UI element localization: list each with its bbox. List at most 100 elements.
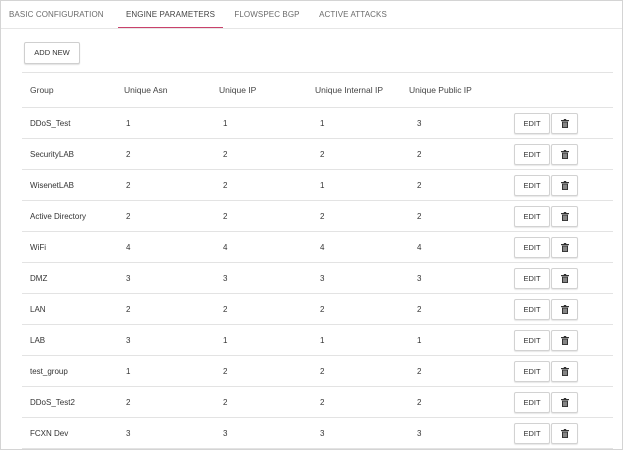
cell-group: DDoS_Test2 bbox=[30, 397, 75, 407]
cell-group: SecurityLAB bbox=[30, 149, 75, 159]
trash-icon bbox=[560, 243, 569, 252]
cell-unique-internal-ip: 3 bbox=[320, 273, 325, 283]
table-row: test_group 1 2 2 2 EDIT bbox=[22, 356, 613, 387]
trash-icon bbox=[560, 150, 569, 159]
trash-icon bbox=[560, 367, 569, 376]
table-row: DMZ 3 3 3 3 EDIT bbox=[22, 263, 613, 294]
delete-button[interactable] bbox=[551, 113, 578, 134]
table-row: WiFi 4 4 4 4 EDIT bbox=[22, 232, 613, 263]
cell-unique-internal-ip: 4 bbox=[320, 242, 325, 252]
panel-frame: BASIC CONFIGURATION ENGINE PARAMETERS FL… bbox=[0, 0, 623, 450]
edit-button[interactable]: EDIT bbox=[514, 299, 550, 320]
cell-unique-ip: 2 bbox=[223, 180, 228, 190]
trash-icon bbox=[560, 305, 569, 314]
cell-unique-public-ip: 2 bbox=[417, 366, 422, 376]
table-row: DDoS_Test2 2 2 2 2 EDIT bbox=[22, 387, 613, 418]
cell-unique-public-ip: 2 bbox=[417, 211, 422, 221]
cell-group: Active Directory bbox=[30, 211, 87, 221]
trash-icon bbox=[560, 429, 569, 438]
trash-icon bbox=[560, 119, 569, 128]
cell-unique-asn: 3 bbox=[126, 273, 131, 283]
delete-button[interactable] bbox=[551, 361, 578, 382]
cell-unique-ip: 2 bbox=[223, 304, 228, 314]
cell-unique-ip: 2 bbox=[223, 397, 228, 407]
cell-unique-internal-ip: 2 bbox=[320, 397, 325, 407]
tab-flowspec-bgp[interactable]: FLOWSPEC BGP bbox=[233, 1, 301, 28]
cell-unique-asn: 4 bbox=[126, 242, 131, 252]
cell-unique-internal-ip: 1 bbox=[320, 335, 325, 345]
cell-group: test_group bbox=[30, 366, 68, 376]
cell-unique-asn: 2 bbox=[126, 211, 131, 221]
trash-icon bbox=[560, 336, 569, 345]
add-new-button[interactable]: ADD NEW bbox=[24, 42, 80, 64]
cell-unique-asn: 1 bbox=[126, 118, 131, 128]
cell-unique-asn: 2 bbox=[126, 180, 131, 190]
groups-table: Group Unique Asn Unique IP Unique Intern… bbox=[22, 72, 613, 449]
cell-unique-internal-ip: 1 bbox=[320, 180, 325, 190]
cell-unique-internal-ip: 1 bbox=[320, 118, 325, 128]
cell-unique-ip: 2 bbox=[223, 366, 228, 376]
edit-button[interactable]: EDIT bbox=[514, 113, 550, 134]
delete-button[interactable] bbox=[551, 392, 578, 413]
cell-unique-public-ip: 3 bbox=[417, 428, 422, 438]
table-row: SecurityLAB 2 2 2 2 EDIT bbox=[22, 139, 613, 170]
cell-unique-public-ip: 2 bbox=[417, 304, 422, 314]
edit-button[interactable]: EDIT bbox=[514, 392, 550, 413]
delete-button[interactable] bbox=[551, 423, 578, 444]
trash-icon bbox=[560, 212, 569, 221]
tab-basic-configuration[interactable]: BASIC CONFIGURATION bbox=[9, 1, 113, 28]
table-row: Active Directory 2 2 2 2 EDIT bbox=[22, 201, 613, 232]
cell-unique-public-ip: 2 bbox=[417, 397, 422, 407]
cell-unique-public-ip: 2 bbox=[417, 180, 422, 190]
edit-button[interactable]: EDIT bbox=[514, 237, 550, 258]
cell-unique-internal-ip: 2 bbox=[320, 211, 325, 221]
header-unique-asn: Unique Asn bbox=[124, 85, 168, 95]
table-row: LAN 2 2 2 2 EDIT bbox=[22, 294, 613, 325]
table-row: FCXN Dev 3 3 3 3 EDIT bbox=[22, 418, 613, 449]
cell-unique-ip: 2 bbox=[223, 149, 228, 159]
header-unique-internal-ip: Unique Internal IP bbox=[315, 85, 384, 95]
table-row: LAB 3 1 1 1 EDIT bbox=[22, 325, 613, 356]
cell-unique-ip: 1 bbox=[223, 118, 228, 128]
cell-unique-public-ip: 3 bbox=[417, 273, 422, 283]
edit-button[interactable]: EDIT bbox=[514, 268, 550, 289]
trash-icon bbox=[560, 181, 569, 190]
header-unique-ip: Unique IP bbox=[219, 85, 257, 95]
cell-group: WisenetLAB bbox=[30, 180, 75, 190]
trash-icon bbox=[560, 274, 569, 283]
cell-unique-ip: 4 bbox=[223, 242, 228, 252]
cell-group: LAN bbox=[30, 304, 46, 314]
cell-unique-ip: 3 bbox=[223, 428, 228, 438]
delete-button[interactable] bbox=[551, 268, 578, 289]
cell-group: WiFi bbox=[30, 242, 46, 252]
trash-icon bbox=[560, 398, 569, 407]
edit-button[interactable]: EDIT bbox=[514, 330, 550, 351]
cell-unique-public-ip: 3 bbox=[417, 118, 422, 128]
tab-engine-parameters[interactable]: ENGINE PARAMETERS bbox=[118, 1, 223, 28]
cell-group: LAB bbox=[30, 335, 46, 345]
table-row: DDoS_Test 1 1 1 3 EDIT bbox=[22, 108, 613, 139]
cell-unique-asn: 2 bbox=[126, 397, 131, 407]
edit-button[interactable]: EDIT bbox=[514, 423, 550, 444]
header-group: Group bbox=[30, 85, 54, 95]
delete-button[interactable] bbox=[551, 330, 578, 351]
delete-button[interactable] bbox=[551, 175, 578, 196]
delete-button[interactable] bbox=[551, 144, 578, 165]
delete-button[interactable] bbox=[551, 299, 578, 320]
edit-button[interactable]: EDIT bbox=[514, 206, 550, 227]
cell-group: FCXN Dev bbox=[30, 428, 69, 438]
delete-button[interactable] bbox=[551, 206, 578, 227]
cell-unique-asn: 2 bbox=[126, 304, 131, 314]
cell-group: DMZ bbox=[30, 273, 48, 283]
cell-group: DDoS_Test bbox=[30, 118, 71, 128]
edit-button[interactable]: EDIT bbox=[514, 175, 550, 196]
cell-unique-asn: 3 bbox=[126, 335, 131, 345]
edit-button[interactable]: EDIT bbox=[514, 144, 550, 165]
delete-button[interactable] bbox=[551, 237, 578, 258]
tab-active-attacks[interactable]: ACTIVE ATTACKS bbox=[315, 1, 391, 28]
edit-button[interactable]: EDIT bbox=[514, 361, 550, 382]
table-body: DDoS_Test 1 1 1 3 EDIT SecurityLAB 2 2 2… bbox=[22, 108, 613, 449]
table-header: Group Unique Asn Unique IP Unique Intern… bbox=[22, 72, 613, 108]
cell-unique-public-ip: 1 bbox=[417, 335, 422, 345]
cell-unique-internal-ip: 2 bbox=[320, 304, 325, 314]
